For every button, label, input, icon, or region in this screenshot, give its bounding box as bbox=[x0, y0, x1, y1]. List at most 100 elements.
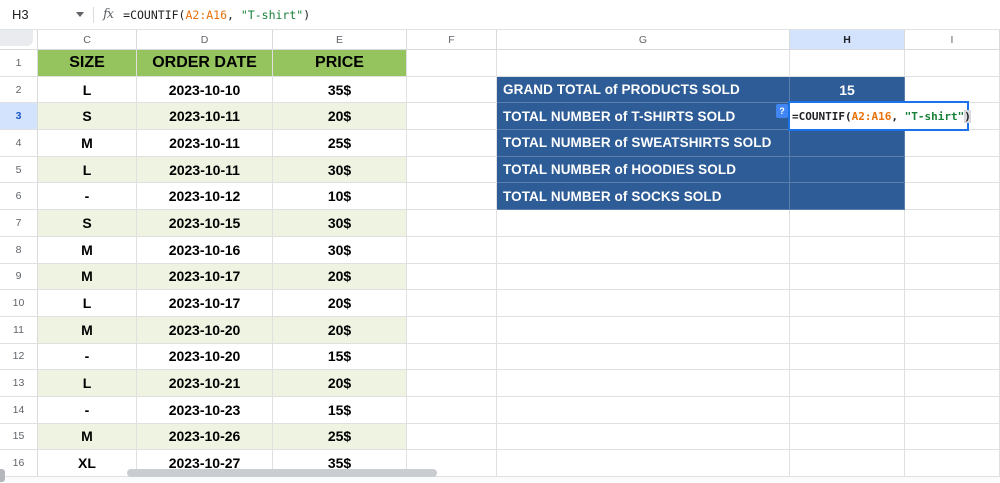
cell-G5[interactable]: TOTAL NUMBER of HOODIES SOLD bbox=[497, 157, 790, 184]
cell-H5[interactable] bbox=[790, 157, 905, 184]
cell-H13[interactable] bbox=[790, 370, 905, 397]
cell-E7[interactable]: 30$ bbox=[273, 210, 407, 237]
cell-G12[interactable] bbox=[497, 344, 790, 371]
cell-F2[interactable] bbox=[407, 77, 497, 104]
row-header-10[interactable]: 10 bbox=[0, 290, 38, 317]
cell-F13[interactable] bbox=[407, 370, 497, 397]
row-header-4[interactable]: 4 bbox=[0, 130, 38, 157]
cell-H2[interactable]: 15 bbox=[790, 77, 905, 104]
cell-C8[interactable]: M bbox=[38, 237, 137, 264]
cell-C1[interactable]: SIZE bbox=[38, 50, 137, 77]
cell-I16[interactable] bbox=[905, 450, 1000, 477]
row-header-7[interactable]: 7 bbox=[0, 210, 38, 237]
cell-I11[interactable] bbox=[905, 317, 1000, 344]
horizontal-scrollbar-thumb[interactable] bbox=[127, 469, 437, 477]
column-header-E[interactable]: E bbox=[273, 30, 407, 50]
cell-F3[interactable] bbox=[407, 103, 497, 130]
cell-F11[interactable] bbox=[407, 317, 497, 344]
cell-F7[interactable] bbox=[407, 210, 497, 237]
cell-F15[interactable] bbox=[407, 424, 497, 451]
cell-I2[interactable] bbox=[905, 77, 1000, 104]
cell-D3[interactable]: 2023-10-11 bbox=[137, 103, 273, 130]
cell-E3[interactable]: 20$ bbox=[273, 103, 407, 130]
row-header-5[interactable]: 5 bbox=[0, 157, 38, 184]
cell-C13[interactable]: L bbox=[38, 370, 137, 397]
cell-G9[interactable] bbox=[497, 264, 790, 291]
row-header-12[interactable]: 12 bbox=[0, 344, 38, 371]
row-header-11[interactable]: 11 bbox=[0, 317, 38, 344]
cell-G7[interactable] bbox=[497, 210, 790, 237]
cell-F4[interactable] bbox=[407, 130, 497, 157]
cell-E13[interactable]: 20$ bbox=[273, 370, 407, 397]
column-header-H[interactable]: H bbox=[790, 30, 905, 50]
cell-G8[interactable] bbox=[497, 237, 790, 264]
cell-F10[interactable] bbox=[407, 290, 497, 317]
row-header-16[interactable]: 16 bbox=[0, 450, 38, 477]
cell-F5[interactable] bbox=[407, 157, 497, 184]
row-header-2[interactable]: 2 bbox=[0, 77, 38, 104]
row-header-3[interactable]: 3 bbox=[0, 103, 38, 130]
column-header-I[interactable]: I bbox=[905, 30, 1000, 50]
row-header-13[interactable]: 13 bbox=[0, 370, 38, 397]
cell-H15[interactable] bbox=[790, 424, 905, 451]
cell-C10[interactable]: L bbox=[38, 290, 137, 317]
cell-E8[interactable]: 30$ bbox=[273, 237, 407, 264]
formula-help-icon[interactable]: ? bbox=[776, 104, 788, 118]
column-header-G[interactable]: G bbox=[497, 30, 790, 50]
cell-C3[interactable]: S bbox=[38, 103, 137, 130]
cell-D12[interactable]: 2023-10-20 bbox=[137, 344, 273, 371]
cell-E11[interactable]: 20$ bbox=[273, 317, 407, 344]
cell-C5[interactable]: L bbox=[38, 157, 137, 184]
cell-H4[interactable] bbox=[790, 130, 905, 157]
cell-F8[interactable] bbox=[407, 237, 497, 264]
cell-I9[interactable] bbox=[905, 264, 1000, 291]
cell-H1[interactable] bbox=[790, 50, 905, 77]
cell-G16[interactable] bbox=[497, 450, 790, 477]
cell-I6[interactable] bbox=[905, 183, 1000, 210]
row-header-8[interactable]: 8 bbox=[0, 237, 38, 264]
cell-I5[interactable] bbox=[905, 157, 1000, 184]
cell-G13[interactable] bbox=[497, 370, 790, 397]
cell-G2[interactable]: GRAND TOTAL of PRODUCTS SOLD bbox=[497, 77, 790, 104]
cell-G11[interactable] bbox=[497, 317, 790, 344]
cell-I14[interactable] bbox=[905, 397, 1000, 424]
column-header-C[interactable]: C bbox=[38, 30, 137, 50]
cell-E4[interactable]: 25$ bbox=[273, 130, 407, 157]
row-header-15[interactable]: 15 bbox=[0, 424, 38, 451]
cell-D5[interactable]: 2023-10-11 bbox=[137, 157, 273, 184]
cell-H10[interactable] bbox=[790, 290, 905, 317]
cell-D8[interactable]: 2023-10-16 bbox=[137, 237, 273, 264]
cell-D7[interactable]: 2023-10-15 bbox=[137, 210, 273, 237]
cell-I1[interactable] bbox=[905, 50, 1000, 77]
cell-D6[interactable]: 2023-10-12 bbox=[137, 183, 273, 210]
cell-C6[interactable]: - bbox=[38, 183, 137, 210]
row-header-1[interactable]: 1 bbox=[0, 50, 38, 77]
cell-F14[interactable] bbox=[407, 397, 497, 424]
cell-C12[interactable]: - bbox=[38, 344, 137, 371]
select-all-corner[interactable] bbox=[0, 30, 38, 50]
column-header-F[interactable]: F bbox=[407, 30, 497, 50]
cell-D11[interactable]: 2023-10-20 bbox=[137, 317, 273, 344]
cell-H14[interactable] bbox=[790, 397, 905, 424]
cell-F12[interactable] bbox=[407, 344, 497, 371]
cell-D9[interactable]: 2023-10-17 bbox=[137, 264, 273, 291]
cell-E10[interactable]: 20$ bbox=[273, 290, 407, 317]
cell-G1[interactable] bbox=[497, 50, 790, 77]
cell-I10[interactable] bbox=[905, 290, 1000, 317]
cell-D15[interactable]: 2023-10-26 bbox=[137, 424, 273, 451]
cell-C7[interactable]: S bbox=[38, 210, 137, 237]
cell-E14[interactable]: 15$ bbox=[273, 397, 407, 424]
cell-G10[interactable] bbox=[497, 290, 790, 317]
cell-D1[interactable]: ORDER DATE bbox=[137, 50, 273, 77]
cell-D4[interactable]: 2023-10-11 bbox=[137, 130, 273, 157]
cell-E15[interactable]: 25$ bbox=[273, 424, 407, 451]
cell-D14[interactable]: 2023-10-23 bbox=[137, 397, 273, 424]
cell-H12[interactable] bbox=[790, 344, 905, 371]
formula-input[interactable]: =COUNTIF(A2:A16, "T-shirt") bbox=[123, 8, 310, 22]
cell-I7[interactable] bbox=[905, 210, 1000, 237]
row-header-9[interactable]: 9 bbox=[0, 264, 38, 291]
cell-F6[interactable] bbox=[407, 183, 497, 210]
cell-C2[interactable]: L bbox=[38, 77, 137, 104]
cell-F9[interactable] bbox=[407, 264, 497, 291]
cell-E6[interactable]: 10$ bbox=[273, 183, 407, 210]
